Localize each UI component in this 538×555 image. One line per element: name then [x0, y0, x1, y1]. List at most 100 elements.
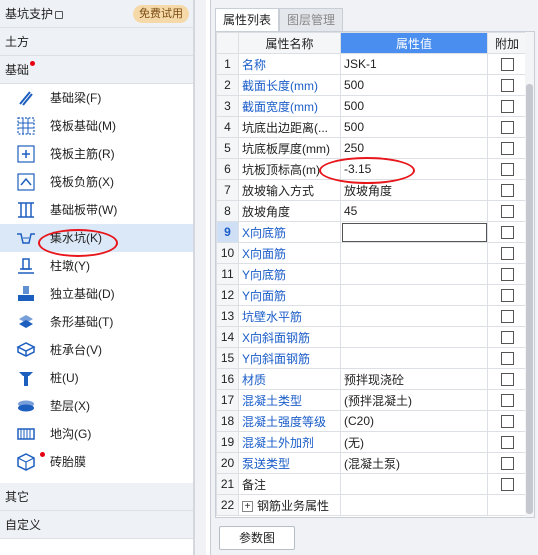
- parameter-diagram-button[interactable]: 参数图: [219, 526, 295, 550]
- tree-item-cushion-layer[interactable]: 垫层(X): [0, 392, 193, 420]
- property-value-cell[interactable]: 500: [340, 74, 488, 96]
- table-row[interactable]: 12 Y向面筋: [216, 284, 527, 306]
- row-number: 8: [216, 200, 239, 222]
- extra-checkbox[interactable]: [500, 289, 514, 303]
- tree-item-foundation-strip[interactable]: 基础板带(W): [0, 196, 193, 224]
- category-earthwork[interactable]: 土方: [0, 28, 193, 56]
- extra-checkbox[interactable]: [500, 352, 514, 366]
- property-value-cell[interactable]: [340, 473, 488, 495]
- extra-checkbox[interactable]: [500, 142, 514, 156]
- property-value-cell[interactable]: [340, 305, 488, 327]
- table-row[interactable]: 2 截面长度(mm) 500: [216, 74, 527, 96]
- category-custom[interactable]: 自定义: [0, 511, 193, 539]
- property-value-cell[interactable]: 500: [340, 116, 488, 138]
- extra-cell: [487, 326, 527, 348]
- tree-item-strip-footing[interactable]: 条形基础(T): [0, 308, 193, 336]
- property-value-cell[interactable]: 45: [340, 200, 488, 222]
- property-value-cell[interactable]: [340, 221, 488, 243]
- table-row[interactable]: 19 混凝土外加剂 (无): [216, 431, 527, 453]
- extra-checkbox[interactable]: [500, 310, 514, 324]
- tree-item-trench[interactable]: 地沟(G): [0, 420, 193, 448]
- left-panel-scrollbar[interactable]: [194, 0, 206, 555]
- table-row[interactable]: 13 坑壁水平筋: [216, 305, 527, 327]
- row-number: 12: [216, 284, 239, 306]
- extra-checkbox[interactable]: [500, 394, 514, 408]
- free-trial-badge[interactable]: 免费试用: [133, 5, 189, 23]
- table-row[interactable]: 5 坑底板厚度(mm) 250: [216, 137, 527, 159]
- table-row[interactable]: 16 材质 预拌现浇砼: [216, 368, 527, 390]
- table-row[interactable]: 1 名称 JSK-1: [216, 53, 527, 75]
- property-value-cell[interactable]: 250: [340, 137, 488, 159]
- header-extra: 附加: [487, 32, 527, 54]
- grid-scrollbar-thumb[interactable]: [526, 84, 533, 514]
- table-row[interactable]: 6 坑板顶标高(m) -3.15: [216, 158, 527, 180]
- property-value-cell[interactable]: -3.15: [340, 158, 488, 180]
- tab-layer-management[interactable]: 图层管理: [279, 8, 344, 32]
- extra-checkbox[interactable]: [500, 226, 514, 240]
- property-value-cell[interactable]: [340, 263, 488, 285]
- tab-property-list[interactable]: 属性列表: [215, 8, 280, 32]
- category-foundation[interactable]: 基础: [0, 56, 193, 84]
- extra-checkbox[interactable]: [500, 184, 514, 198]
- table-row[interactable]: 8 放坡角度 45: [216, 200, 527, 222]
- extra-checkbox[interactable]: [500, 163, 514, 177]
- property-value-cell[interactable]: (C20): [340, 410, 488, 432]
- row-number: 2: [216, 74, 239, 96]
- property-name: 坑壁水平筋: [238, 305, 341, 327]
- property-value-cell[interactable]: (预拌混凝土): [340, 389, 488, 411]
- table-row[interactable]: 22 + 钢筋业务属性: [216, 494, 527, 516]
- extra-cell: [487, 284, 527, 306]
- table-row[interactable]: 11 Y向底筋: [216, 263, 527, 285]
- table-row[interactable]: 18 混凝土强度等级 (C20): [216, 410, 527, 432]
- property-value-cell[interactable]: (无): [340, 431, 488, 453]
- extra-checkbox[interactable]: [500, 436, 514, 450]
- property-value-cell[interactable]: [340, 284, 488, 306]
- property-value-cell[interactable]: 放坡角度: [340, 179, 488, 201]
- extra-checkbox[interactable]: [500, 415, 514, 429]
- table-row[interactable]: 9 X向底筋: [216, 221, 527, 243]
- extra-checkbox[interactable]: [500, 331, 514, 345]
- extra-checkbox[interactable]: [500, 79, 514, 93]
- property-value-cell[interactable]: 预拌现浇砼: [340, 368, 488, 390]
- extra-checkbox[interactable]: [500, 247, 514, 261]
- table-row[interactable]: 3 截面宽度(mm) 500: [216, 95, 527, 117]
- table-row[interactable]: 20 泵送类型 (混凝土泵): [216, 452, 527, 474]
- property-value-cell[interactable]: [340, 494, 488, 516]
- property-value-cell[interactable]: [340, 242, 488, 264]
- table-row[interactable]: 10 X向面筋: [216, 242, 527, 264]
- tree-item-raft-negative-rebar[interactable]: 筏板负筋(X): [0, 168, 193, 196]
- property-value-cell[interactable]: [340, 347, 488, 369]
- tree-item-column-pier[interactable]: 柱墩(Y): [0, 252, 193, 280]
- table-row[interactable]: 21 备注: [216, 473, 527, 495]
- property-value-cell[interactable]: [340, 326, 488, 348]
- property-value-cell[interactable]: (混凝土泵): [340, 452, 488, 474]
- property-value-cell[interactable]: JSK-1: [340, 53, 488, 75]
- tree-item-pile-cap[interactable]: 桩承台(V): [0, 336, 193, 364]
- extra-checkbox[interactable]: [500, 205, 514, 219]
- tree-item-pile[interactable]: 桩(U): [0, 364, 193, 392]
- extra-checkbox[interactable]: [500, 58, 514, 72]
- category-other[interactable]: 其它: [0, 483, 193, 511]
- extra-checkbox[interactable]: [500, 121, 514, 135]
- tree-item-isolated-footing[interactable]: 独立基础(D): [0, 280, 193, 308]
- foundation-beam-icon: [19, 91, 33, 106]
- table-row[interactable]: 4 坑底出边距离(... 500: [216, 116, 527, 138]
- property-value-cell[interactable]: 500: [340, 95, 488, 117]
- extra-checkbox[interactable]: [500, 373, 514, 387]
- table-row[interactable]: 15 Y向斜面钢筋: [216, 347, 527, 369]
- grid-scrollbar[interactable]: [525, 32, 534, 517]
- extra-checkbox[interactable]: [500, 100, 514, 114]
- table-row[interactable]: 17 混凝土类型 (预拌混凝土): [216, 389, 527, 411]
- tree-item-foundation-beam[interactable]: 基础梁(F): [0, 84, 193, 112]
- table-row[interactable]: 14 X向斜面钢筋: [216, 326, 527, 348]
- extra-checkbox[interactable]: [500, 457, 514, 471]
- extra-checkbox[interactable]: [500, 478, 514, 492]
- tree-item-raft-main-rebar[interactable]: 筏板主筋(R): [0, 140, 193, 168]
- expand-icon[interactable]: +: [242, 500, 253, 512]
- tree-item-raft-foundation[interactable]: 筏板基础(M): [0, 112, 193, 140]
- table-row[interactable]: 7 放坡输入方式 放坡角度: [216, 179, 527, 201]
- category-pit-support[interactable]: 基坑支护 免费试用: [0, 0, 193, 28]
- extra-checkbox[interactable]: [500, 268, 514, 282]
- tree-item-sump-pit[interactable]: 集水坑(K): [0, 224, 193, 252]
- tree-item-brick-formwork[interactable]: 砖胎膜: [0, 448, 193, 476]
